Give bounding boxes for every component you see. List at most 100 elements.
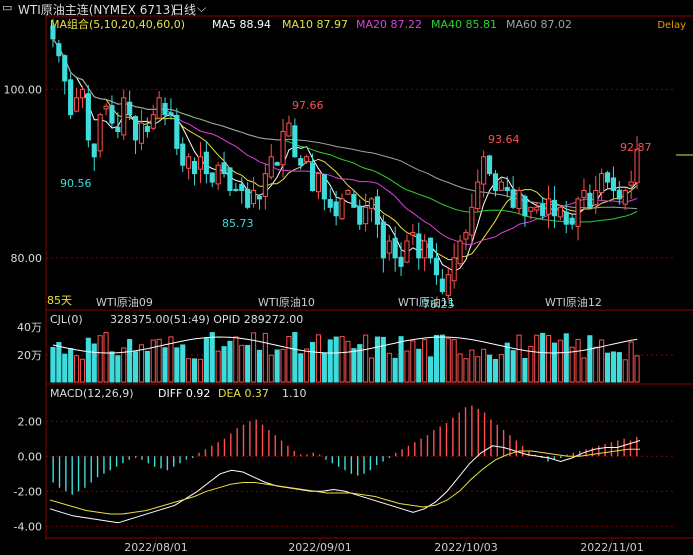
candle-body [422, 240, 428, 259]
volume-bar [439, 334, 445, 383]
candle-body [516, 189, 522, 210]
volume-bar [233, 336, 239, 383]
volume-bar [510, 350, 516, 383]
candle-body [127, 101, 133, 116]
candle-body [132, 116, 139, 141]
candle-body [85, 93, 91, 141]
volume-bar [481, 348, 487, 383]
candle-body [504, 187, 510, 191]
candle-body [327, 199, 333, 208]
contract-label: WTI原油12 [545, 295, 602, 309]
candle-body [215, 164, 221, 185]
date-axis-label: 2022/11/01 [580, 541, 643, 554]
candle-body [304, 156, 310, 163]
volume-bar [386, 352, 392, 383]
candle-body [551, 199, 558, 217]
volume-bar [339, 336, 345, 383]
candle-body [599, 173, 605, 194]
candle-body [162, 103, 168, 116]
volume-bar [498, 354, 504, 383]
candle-body [315, 173, 322, 193]
candle-body [233, 188, 239, 191]
kline-chart[interactable]: 100.0080.0090.5697.6685.7393.6492.8776.2… [0, 0, 693, 555]
low-mark: 85.73 [222, 217, 254, 230]
volume-bar [593, 346, 599, 383]
candle-body [534, 206, 540, 211]
candle-body [481, 156, 487, 185]
ma10-line [52, 38, 638, 261]
date-axis-label: 2022/09/01 [288, 541, 351, 554]
volume-bar [427, 356, 434, 383]
volume-bar [363, 334, 369, 383]
candle-body [250, 189, 257, 205]
candle-body [103, 105, 109, 110]
candle-body [156, 97, 162, 119]
candle-body [97, 114, 103, 152]
volume-bar [121, 347, 127, 383]
volume-bar [274, 349, 280, 383]
candle-body [528, 206, 534, 212]
candle-body [168, 112, 174, 116]
candle-body [634, 148, 640, 184]
macd-axis-label: -2.00 [14, 485, 42, 498]
ma20-legend: MA20 87.22 [356, 18, 422, 31]
candle-body [540, 203, 546, 217]
candle-body [569, 217, 575, 225]
candle-body [274, 162, 280, 166]
candle-body [545, 198, 552, 215]
macd-lines [49, 440, 641, 524]
volume-bar [180, 344, 186, 383]
ma5-line [52, 38, 638, 272]
candle-body [321, 174, 327, 200]
candle-body [457, 240, 463, 265]
volume-bar [374, 336, 381, 383]
volume-bar [109, 351, 115, 383]
volume-bar [345, 340, 351, 383]
volume-bar [504, 342, 510, 383]
candle-body [203, 151, 209, 175]
candle-body [368, 198, 375, 209]
candle-body [339, 198, 345, 220]
volume-bar [445, 338, 451, 383]
volume-bar [616, 352, 622, 383]
volume-bar [368, 357, 375, 383]
volume-axis-label: 40万 [17, 321, 42, 334]
volume-bar [404, 350, 410, 383]
dea-legend: DEA 0.37 [218, 387, 269, 400]
macd-axis-label: -4.00 [14, 520, 42, 533]
candle-body [593, 189, 599, 206]
candle-body [392, 237, 398, 259]
candle-body [115, 126, 121, 133]
candle-body [280, 131, 286, 166]
volume-bar [321, 352, 327, 383]
candle-body [109, 105, 115, 124]
candle-body [622, 189, 628, 205]
candlesticks [50, 18, 640, 301]
volume-bar [56, 342, 62, 383]
macd-axis-label: 2.00 [18, 415, 43, 428]
candle-body [486, 155, 493, 175]
candle-body [557, 206, 563, 218]
candle-body [286, 122, 292, 137]
volume-bar [298, 353, 304, 383]
candle-body [333, 201, 339, 217]
candle-body [628, 181, 634, 186]
candle-body [292, 125, 298, 158]
candle-body [563, 211, 569, 225]
volume-bar [256, 349, 263, 383]
volume-bar [575, 338, 581, 383]
volume-bar [280, 348, 286, 383]
candle-body [209, 172, 215, 183]
candle-body [445, 274, 451, 296]
candle-body [256, 195, 263, 200]
volume-bars [50, 332, 640, 383]
candle-body [575, 198, 581, 227]
high-mark: 92.87 [620, 141, 652, 154]
candle-body [73, 97, 80, 112]
candle-body [345, 189, 351, 195]
volume-bar [132, 351, 139, 383]
volume-bar [451, 339, 457, 383]
candle-body [475, 181, 481, 210]
volume-bar [309, 341, 316, 383]
candle-body [386, 240, 392, 254]
